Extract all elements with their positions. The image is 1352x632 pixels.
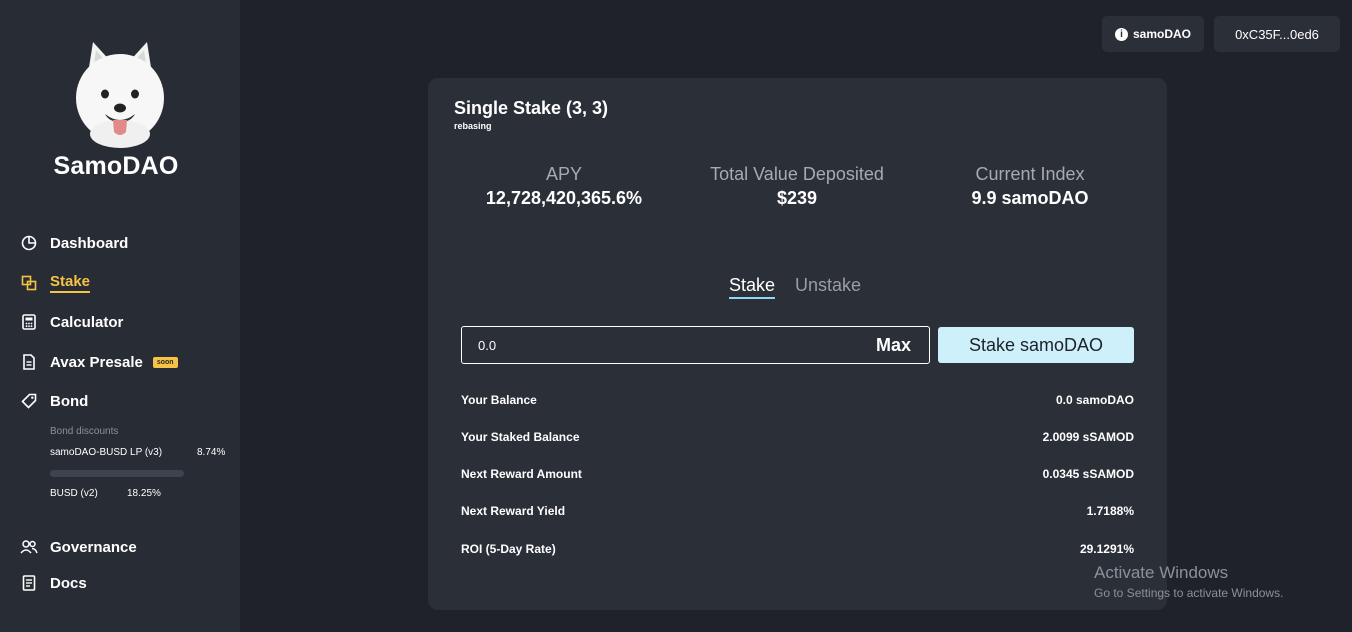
document-icon [20, 353, 38, 371]
bond-discount-value: 8.74% [197, 447, 226, 458]
stat-value: 0.0 samoDAO [1055, 393, 1134, 407]
stat-label: Your Balance [461, 393, 537, 407]
sidebar: SamoDAO Dashboard Stake Calculator Avax … [0, 0, 240, 632]
metric-apy: APY 12,728,420,365.6% [444, 164, 684, 209]
metric-value: $239 [776, 188, 818, 208]
docs-icon [20, 574, 38, 592]
bond-name: samoDAO-BUSD LP (v3) [50, 447, 163, 458]
people-icon [20, 538, 38, 556]
stat-value: 0.0345 sSAMOD [1042, 467, 1134, 481]
sidebar-item-label: Docs [50, 574, 87, 592]
samoyed-logo[interactable] [0, 36, 240, 152]
metric-value: 9.9 samoDAO [971, 188, 1089, 208]
sidebar-item-label: Stake [50, 273, 91, 293]
bond-discount-value: 18.25% [127, 488, 161, 499]
stake-button[interactable]: Stake samoDAO [938, 327, 1134, 363]
metric-label: APY [545, 164, 583, 184]
bond-name: BUSD (v2) [50, 488, 98, 499]
pie-chart-icon [20, 234, 38, 252]
info-icon: i [1114, 27, 1128, 41]
token-info-button[interactable]: i samoDAO [1102, 16, 1204, 52]
stat-label: Your Staked Balance [461, 430, 580, 444]
bond-discount-bar [50, 470, 184, 477]
token-button-label: samoDAO [1132, 27, 1191, 41]
tab-stake[interactable]: Stake [729, 275, 776, 299]
sidebar-item-dashboard[interactable]: Dashboard [20, 231, 128, 255]
calculator-icon [20, 313, 38, 331]
tag-icon [20, 392, 38, 410]
stat-value: 29.1291% [1079, 542, 1134, 556]
activate-windows-title: Activate Windows [1094, 563, 1229, 582]
stat-row: Next Reward Amount 0.0345 sSAMOD [461, 467, 1134, 481]
card-title: Single Stake (3, 3) [454, 98, 609, 118]
metric-value: 12,728,420,365.6% [485, 188, 643, 208]
wallet-address: 0xC35F...0ed6 [1235, 26, 1319, 42]
metric-label: Total Value Deposited [710, 164, 884, 184]
soon-badge: soon [152, 356, 178, 368]
bond-discounts-title: Bond discounts [50, 426, 119, 437]
sidebar-item-docs[interactable]: Docs [20, 571, 87, 595]
sidebar-item-stake[interactable]: Stake [20, 271, 91, 295]
sidebar-item-governance[interactable]: Governance [20, 535, 137, 559]
sidebar-item-label: Bond [50, 392, 89, 410]
stat-value: 2.0099 sSAMOD [1042, 430, 1134, 444]
card-subtitle: rebasing [454, 121, 492, 131]
tab-unstake[interactable]: Unstake [795, 275, 861, 296]
sidebar-item-label: Calculator [50, 313, 124, 331]
stake-card: Single Stake (3, 3) rebasing APY 12,728,… [428, 78, 1167, 610]
stat-value: 1.7188% [1086, 504, 1134, 518]
stat-row: Your Staked Balance 2.0099 sSAMOD [461, 430, 1134, 444]
bond-discount-row[interactable]: samoDAO-BUSD LP (v3) 8.74% [50, 447, 225, 458]
stat-label: ROI (5-Day Rate) [461, 542, 556, 556]
stat-row: ROI (5-Day Rate) 29.1291% [461, 542, 1134, 556]
sidebar-item-label: Governance [50, 538, 137, 556]
stake-icon [20, 274, 38, 292]
amount-input-value[interactable]: 0.0 [478, 338, 496, 353]
sidebar-item-calculator[interactable]: Calculator [20, 310, 123, 334]
metric-current-index: Current Index 9.9 samoDAO [910, 164, 1150, 209]
sidebar-item-label: Avax Presale [50, 353, 143, 371]
sidebar-item-label: Dashboard [50, 234, 129, 252]
stat-row: Your Balance 0.0 samoDAO [461, 393, 1134, 407]
amount-input[interactable]: 0.0 Max [461, 326, 930, 364]
stat-label: Next Reward Yield [461, 504, 566, 518]
brand-name: SamoDAO [53, 152, 179, 180]
sidebar-item-bond[interactable]: Bond [20, 389, 88, 413]
metric-label: Current Index [975, 164, 1085, 184]
wallet-address-button[interactable]: 0xC35F...0ed6 [1214, 16, 1340, 52]
bond-discount-row[interactable]: BUSD (v2) 18.25% [50, 488, 161, 499]
stat-label: Next Reward Amount [461, 467, 582, 481]
metric-tvd: Total Value Deposited $239 [677, 164, 917, 209]
stat-row: Next Reward Yield 1.7188% [461, 504, 1134, 518]
activate-windows-subtitle: Go to Settings to activate Windows. [1094, 586, 1284, 600]
max-button[interactable]: Max [876, 335, 911, 356]
sidebar-item-avax-presale[interactable]: Avax Presale soon [20, 350, 178, 374]
